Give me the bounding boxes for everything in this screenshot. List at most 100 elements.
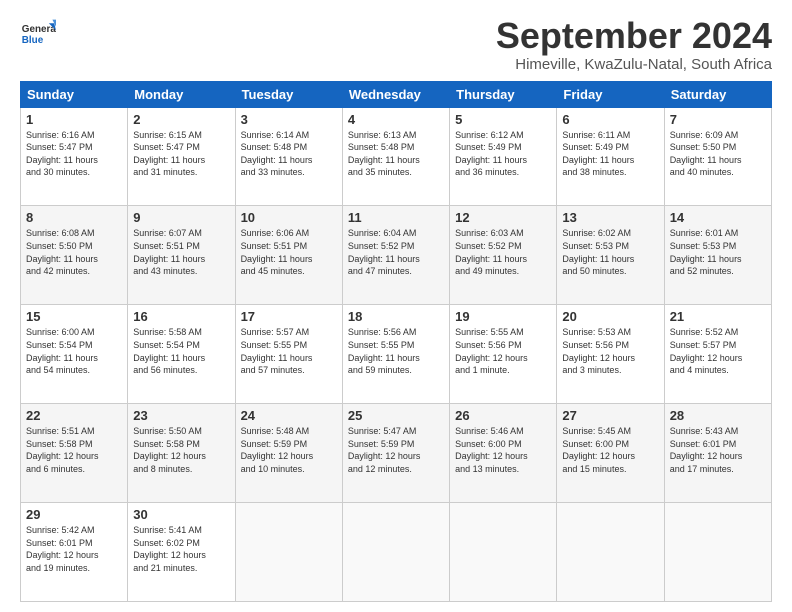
table-cell: 13 Sunrise: 6:02 AM Sunset: 5:53 PM Dayli… <box>557 206 664 305</box>
day-info: Sunrise: 6:12 AM Sunset: 5:49 PM Dayligh… <box>455 129 551 179</box>
weekday-header-row: Sunday Monday Tuesday Wednesday Thursday… <box>21 81 772 107</box>
day-number: 10 <box>241 210 337 225</box>
day-info: Sunrise: 6:15 AM Sunset: 5:47 PM Dayligh… <box>133 129 229 179</box>
calendar-table: Sunday Monday Tuesday Wednesday Thursday… <box>20 81 772 602</box>
table-cell: 16 Sunrise: 5:58 AM Sunset: 5:54 PM Dayli… <box>128 305 235 404</box>
day-number: 23 <box>133 408 229 423</box>
day-number: 7 <box>670 112 766 127</box>
day-info: Sunrise: 6:14 AM Sunset: 5:48 PM Dayligh… <box>241 129 337 179</box>
week-row-5: 29 Sunrise: 5:42 AM Sunset: 6:01 PM Dayli… <box>21 503 772 602</box>
day-number: 11 <box>348 210 444 225</box>
day-number: 24 <box>241 408 337 423</box>
general-blue-logo-icon: General Blue <box>20 16 56 52</box>
day-info: Sunrise: 5:56 AM Sunset: 5:55 PM Dayligh… <box>348 326 444 376</box>
day-number: 4 <box>348 112 444 127</box>
table-cell <box>664 503 771 602</box>
day-info: Sunrise: 6:09 AM Sunset: 5:50 PM Dayligh… <box>670 129 766 179</box>
table-cell: 27 Sunrise: 5:45 AM Sunset: 6:00 PM Dayli… <box>557 404 664 503</box>
day-info: Sunrise: 5:50 AM Sunset: 5:58 PM Dayligh… <box>133 425 229 475</box>
day-number: 14 <box>670 210 766 225</box>
table-cell: 26Sunrise: 5:46 AM Sunset: 6:00 PM Dayli… <box>450 404 557 503</box>
day-number: 19 <box>455 309 551 324</box>
table-cell <box>557 503 664 602</box>
table-cell: 17 Sunrise: 5:57 AM Sunset: 5:55 PM Dayli… <box>235 305 342 404</box>
header-tuesday: Tuesday <box>235 81 342 107</box>
table-cell: 11Sunrise: 6:04 AM Sunset: 5:52 PM Dayli… <box>342 206 449 305</box>
day-number: 16 <box>133 309 229 324</box>
table-cell: 30 Sunrise: 5:41 AM Sunset: 6:02 PM Dayli… <box>128 503 235 602</box>
header-monday: Monday <box>128 81 235 107</box>
table-cell: 5Sunrise: 6:12 AM Sunset: 5:49 PM Daylig… <box>450 107 557 206</box>
day-number: 27 <box>562 408 658 423</box>
table-cell: 29 Sunrise: 5:42 AM Sunset: 6:01 PM Dayli… <box>21 503 128 602</box>
table-cell: 23 Sunrise: 5:50 AM Sunset: 5:58 PM Dayli… <box>128 404 235 503</box>
table-cell <box>235 503 342 602</box>
day-number: 15 <box>26 309 122 324</box>
day-info: Sunrise: 6:13 AM Sunset: 5:48 PM Dayligh… <box>348 129 444 179</box>
calendar-subtitle: Himeville, KwaZulu-Natal, South Africa <box>496 56 772 73</box>
table-cell: 10Sunrise: 6:06 AM Sunset: 5:51 PM Dayli… <box>235 206 342 305</box>
day-info: Sunrise: 6:16 AM Sunset: 5:47 PM Dayligh… <box>26 129 122 179</box>
day-number: 20 <box>562 309 658 324</box>
day-info: Sunrise: 5:57 AM Sunset: 5:55 PM Dayligh… <box>241 326 337 376</box>
week-row-1: 1 Sunrise: 6:16 AM Sunset: 5:47 PM Daylig… <box>21 107 772 206</box>
table-cell: 22 Sunrise: 5:51 AM Sunset: 5:58 PM Dayli… <box>21 404 128 503</box>
table-cell: 1 Sunrise: 6:16 AM Sunset: 5:47 PM Daylig… <box>21 107 128 206</box>
day-info: Sunrise: 6:02 AM Sunset: 5:53 PM Dayligh… <box>562 227 658 277</box>
table-cell: 3Sunrise: 6:14 AM Sunset: 5:48 PM Daylig… <box>235 107 342 206</box>
day-info: Sunrise: 6:01 AM Sunset: 5:53 PM Dayligh… <box>670 227 766 277</box>
day-number: 8 <box>26 210 122 225</box>
day-info: Sunrise: 6:07 AM Sunset: 5:51 PM Dayligh… <box>133 227 229 277</box>
day-number: 13 <box>562 210 658 225</box>
day-info: Sunrise: 6:11 AM Sunset: 5:49 PM Dayligh… <box>562 129 658 179</box>
table-cell: 2 Sunrise: 6:15 AM Sunset: 5:47 PM Daylig… <box>128 107 235 206</box>
table-cell: 6 Sunrise: 6:11 AM Sunset: 5:49 PM Daylig… <box>557 107 664 206</box>
page: General Blue September 2024 Himeville, K… <box>0 0 792 612</box>
day-info: Sunrise: 5:51 AM Sunset: 5:58 PM Dayligh… <box>26 425 122 475</box>
day-info: Sunrise: 5:42 AM Sunset: 6:01 PM Dayligh… <box>26 524 122 574</box>
day-info: Sunrise: 6:00 AM Sunset: 5:54 PM Dayligh… <box>26 326 122 376</box>
table-cell: 28 Sunrise: 5:43 AM Sunset: 6:01 PM Dayli… <box>664 404 771 503</box>
day-number: 30 <box>133 507 229 522</box>
logo: General Blue <box>20 16 56 52</box>
header-saturday: Saturday <box>664 81 771 107</box>
header: General Blue September 2024 Himeville, K… <box>20 16 772 73</box>
week-row-3: 15 Sunrise: 6:00 AM Sunset: 5:54 PM Dayli… <box>21 305 772 404</box>
day-number: 22 <box>26 408 122 423</box>
title-block: September 2024 Himeville, KwaZulu-Natal,… <box>496 16 772 73</box>
day-number: 12 <box>455 210 551 225</box>
table-cell: 25 Sunrise: 5:47 AM Sunset: 5:59 PM Dayli… <box>342 404 449 503</box>
day-number: 25 <box>348 408 444 423</box>
day-info: Sunrise: 5:55 AM Sunset: 5:56 PM Dayligh… <box>455 326 551 376</box>
day-info: Sunrise: 5:41 AM Sunset: 6:02 PM Dayligh… <box>133 524 229 574</box>
day-number: 29 <box>26 507 122 522</box>
header-sunday: Sunday <box>21 81 128 107</box>
day-info: Sunrise: 5:53 AM Sunset: 5:56 PM Dayligh… <box>562 326 658 376</box>
day-info: Sunrise: 6:03 AM Sunset: 5:52 PM Dayligh… <box>455 227 551 277</box>
table-cell: 19 Sunrise: 5:55 AM Sunset: 5:56 PM Dayli… <box>450 305 557 404</box>
day-info: Sunrise: 5:45 AM Sunset: 6:00 PM Dayligh… <box>562 425 658 475</box>
day-info: Sunrise: 5:58 AM Sunset: 5:54 PM Dayligh… <box>133 326 229 376</box>
day-number: 6 <box>562 112 658 127</box>
day-info: Sunrise: 5:52 AM Sunset: 5:57 PM Dayligh… <box>670 326 766 376</box>
week-row-2: 8 Sunrise: 6:08 AM Sunset: 5:50 PM Daylig… <box>21 206 772 305</box>
day-info: Sunrise: 5:48 AM Sunset: 5:59 PM Dayligh… <box>241 425 337 475</box>
table-cell: 14 Sunrise: 6:01 AM Sunset: 5:53 PM Dayli… <box>664 206 771 305</box>
table-cell <box>450 503 557 602</box>
header-friday: Friday <box>557 81 664 107</box>
day-info: Sunrise: 6:08 AM Sunset: 5:50 PM Dayligh… <box>26 227 122 277</box>
table-cell: 12 Sunrise: 6:03 AM Sunset: 5:52 PM Dayli… <box>450 206 557 305</box>
day-number: 17 <box>241 309 337 324</box>
day-info: Sunrise: 5:47 AM Sunset: 5:59 PM Dayligh… <box>348 425 444 475</box>
header-wednesday: Wednesday <box>342 81 449 107</box>
header-thursday: Thursday <box>450 81 557 107</box>
day-number: 18 <box>348 309 444 324</box>
day-info: Sunrise: 5:43 AM Sunset: 6:01 PM Dayligh… <box>670 425 766 475</box>
day-number: 2 <box>133 112 229 127</box>
day-number: 28 <box>670 408 766 423</box>
day-number: 1 <box>26 112 122 127</box>
table-cell: 18 Sunrise: 5:56 AM Sunset: 5:55 PM Dayli… <box>342 305 449 404</box>
table-cell: 20 Sunrise: 5:53 AM Sunset: 5:56 PM Dayli… <box>557 305 664 404</box>
table-cell: 4 Sunrise: 6:13 AM Sunset: 5:48 PM Daylig… <box>342 107 449 206</box>
table-cell: 7 Sunrise: 6:09 AM Sunset: 5:50 PM Daylig… <box>664 107 771 206</box>
